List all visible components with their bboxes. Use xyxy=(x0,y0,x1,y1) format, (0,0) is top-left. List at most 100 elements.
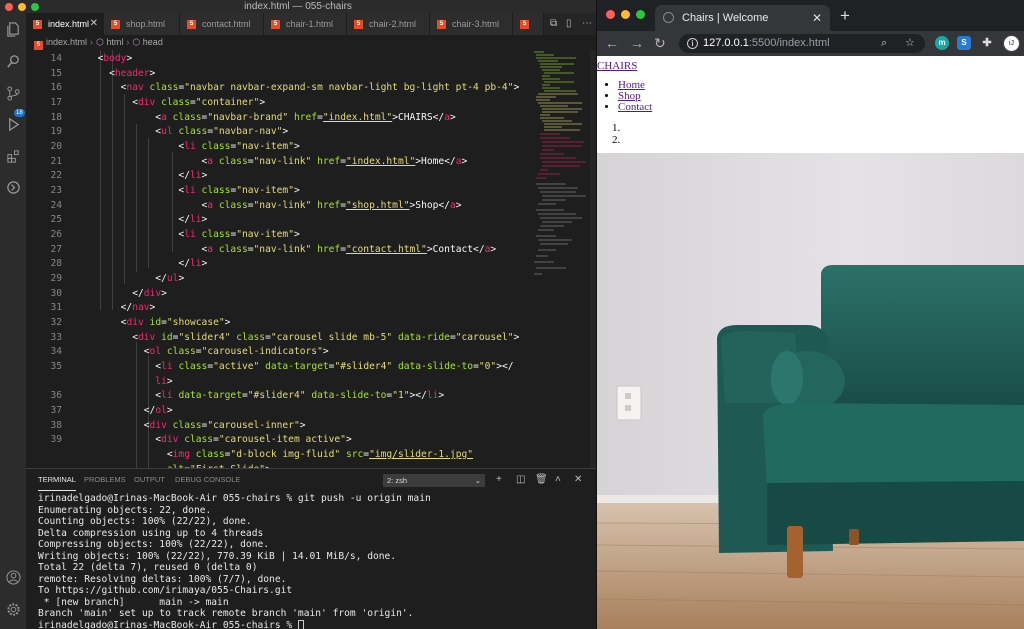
compare-icon[interactable]: ⧉ xyxy=(550,13,557,35)
reload-icon[interactable]: ↻ xyxy=(654,34,666,52)
accounts-icon[interactable] xyxy=(5,569,21,585)
terminal-line-text: Counting objects: 100% (22/22), done. xyxy=(38,516,252,527)
tab-terminal[interactable]: TERMINAL xyxy=(38,469,76,491)
line-number: 30 xyxy=(50,287,62,299)
terminal-line: Total 22 (delta 7), reused 0 (delta 0) xyxy=(38,562,594,574)
chevron-up-icon[interactable]: ˄ xyxy=(555,469,561,491)
nav-item: Contact xyxy=(618,102,652,113)
code-editor[interactable]: 14 15 16 17 18 19 20 21 22 23 24 25 26 27 28 29 30 31 32 33… xyxy=(26,50,530,468)
line-number: 36 xyxy=(50,390,62,402)
line-number: 15 xyxy=(50,67,62,79)
info-icon[interactable]: i xyxy=(687,38,698,49)
tab-chair-3-html[interactable]: 5 chair-3.html xyxy=(430,13,513,35)
tab-index-html[interactable]: 5 index.html ✕ xyxy=(26,13,104,35)
minimize-window-icon[interactable] xyxy=(18,3,26,11)
terminal-shell-select[interactable]: 2: zsh ⌄ xyxy=(383,474,485,487)
line-number xyxy=(26,375,62,390)
navbar-brand-link[interactable]: CHAIRS xyxy=(597,60,637,72)
html-file-icon: 5 xyxy=(271,20,280,29)
vscode-titlebar: index.html — 055-chairs xyxy=(0,0,596,13)
terminal-line: Writing objects: 100% (22/22), 770.39 Ki… xyxy=(38,551,594,563)
close-window-icon[interactable] xyxy=(606,10,615,19)
line-number: 38 xyxy=(50,419,62,431)
code-line: <li class="nav-item"> xyxy=(86,229,300,240)
html-file-icon: 5 xyxy=(354,20,363,29)
nav-link-contact[interactable]: Contact xyxy=(618,101,652,113)
browser-tab[interactable]: Chairs | Welcome ✕ xyxy=(655,5,830,31)
tab-problems[interactable]: PROBLEMS xyxy=(84,469,126,491)
extensions-icon[interactable] xyxy=(5,148,21,164)
terminal-line-text: irinadelgado@Irinas-MacBook-Air 055-chai… xyxy=(38,619,298,629)
url-host: 127.0.0.1 xyxy=(703,37,749,49)
browser-tab-strip: Chairs | Welcome ✕ + xyxy=(597,0,1024,31)
new-terminal-icon[interactable]: + xyxy=(496,469,502,491)
terminal-line: Enumerating objects: 22, done. xyxy=(38,505,594,517)
url-path: :5500/index.html xyxy=(748,37,830,49)
remote-explorer-icon[interactable] xyxy=(5,179,21,195)
profile-avatar[interactable]: iJ xyxy=(1003,35,1020,52)
more-actions-icon[interactable]: ⋯ xyxy=(582,13,592,35)
tab-contact-html[interactable]: 5 contact.html xyxy=(180,13,264,35)
terminal-line-text: Delta compression using up to 4 threads xyxy=(38,527,264,539)
minimize-window-icon[interactable] xyxy=(621,10,630,19)
tab-overflow[interactable]: 5 xyxy=(513,13,544,35)
code-line: </ol> xyxy=(86,405,173,416)
vscode-window: index.html — 055-chairs 18 5 index.html … xyxy=(0,0,596,629)
html-file-icon: 5 xyxy=(520,20,529,29)
source-control-icon[interactable] xyxy=(5,85,21,101)
close-tab-icon[interactable]: ✕ xyxy=(812,5,822,31)
breadcrumb-html[interactable]: html xyxy=(106,37,123,47)
code-line: <a class="navbar-brand" href="index.html… xyxy=(86,111,456,123)
close-tab-icon[interactable]: ✕ xyxy=(90,13,98,35)
tab-chair-1-html[interactable]: 5 chair-1.html xyxy=(264,13,347,35)
line-number: 25 xyxy=(50,214,62,226)
split-terminal-icon[interactable]: ◫ xyxy=(516,469,525,491)
web-page: CHAIRS Home Shop Contact xyxy=(597,56,1024,629)
tab-shop-html[interactable]: 5 shop.html xyxy=(104,13,180,35)
extensions-puzzle-icon[interactable]: ✚ xyxy=(980,36,994,50)
maximize-window-icon[interactable] xyxy=(636,10,645,19)
code-line: <a class="nav-link" href="contact.html">… xyxy=(86,243,497,255)
close-window-icon[interactable] xyxy=(5,3,13,11)
tab-debug-console[interactable]: DEBUG CONSOLE xyxy=(175,469,240,491)
address-bar[interactable]: i 127.0.0.1:5500/index.html ⌕ ☆ xyxy=(679,34,925,53)
extension-m-icon[interactable]: m xyxy=(935,36,949,50)
bookmark-star-icon[interactable]: ☆ xyxy=(905,34,915,53)
breadcrumb-file[interactable]: index.html xyxy=(46,37,87,47)
navbar-nav: Home Shop Contact xyxy=(618,80,652,113)
back-arrow-icon[interactable]: ← xyxy=(605,34,619,52)
search-icon[interactable] xyxy=(5,53,21,69)
tab-output[interactable]: OUTPUT xyxy=(134,469,165,491)
settings-gear-icon[interactable] xyxy=(5,601,21,617)
activity-bar: 18 xyxy=(0,13,26,629)
editor-tabs: 5 index.html ✕ 5 shop.html 5 contact.htm… xyxy=(26,13,596,35)
code-line: <div class="carousel-item active"> xyxy=(86,434,352,446)
maximize-window-icon[interactable] xyxy=(31,3,39,11)
zoom-icon[interactable]: ⌕ xyxy=(881,34,887,53)
chevron-right-icon: › xyxy=(90,37,94,47)
element-icon: ⬡ xyxy=(96,37,104,47)
tab-chair-2-html[interactable]: 5 chair-2.html xyxy=(347,13,430,35)
breadcrumb: 5 index.html › ⬡ html › ⬡ head xyxy=(26,35,596,50)
trash-icon[interactable]: 🗑 xyxy=(535,469,548,491)
close-panel-icon[interactable]: ✕ xyxy=(574,469,582,491)
extension-s-icon[interactable]: S xyxy=(957,36,971,50)
line-number: 21 xyxy=(50,155,62,167)
code-line: <ol class="carousel-indicators"> xyxy=(86,346,329,358)
minimap[interactable] xyxy=(530,50,590,280)
line-number: 35 xyxy=(50,361,62,373)
line-number: 39 xyxy=(50,434,62,446)
line-number: 20 xyxy=(50,141,62,153)
forward-arrow-icon[interactable]: → xyxy=(630,34,644,52)
run-debug-icon[interactable] xyxy=(5,116,21,132)
breadcrumb-head[interactable]: head xyxy=(143,37,163,47)
code-line: <div class="container"> xyxy=(86,97,266,108)
split-editor-icon[interactable]: ▯ xyxy=(566,13,572,35)
explorer-icon[interactable] xyxy=(5,21,21,37)
browser-window: Chairs | Welcome ✕ + ← → ↻ i 127.0.0.1:5… xyxy=(596,0,1024,629)
window-title: index.html — 055-chairs xyxy=(244,1,352,12)
code-line: <img class="d-block img-fluid" src="img/… xyxy=(86,449,474,460)
line-number: 37 xyxy=(50,405,62,417)
terminal-output[interactable]: irinadelgado@Irinas-MacBook-Air 055-chai… xyxy=(38,493,594,629)
new-tab-icon[interactable]: + xyxy=(840,6,850,26)
